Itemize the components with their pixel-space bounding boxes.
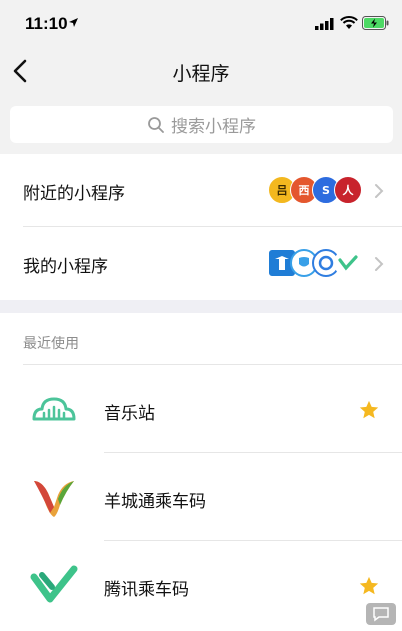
app-logo-icon	[299, 257, 309, 267]
app-logo-icon	[275, 256, 289, 270]
battery-icon	[362, 16, 389, 30]
my-program-app-icon	[334, 249, 362, 277]
my-mini-programs-label: 我的小程序	[23, 257, 108, 277]
status-time: 11:10	[25, 14, 68, 33]
status-bar: 11:10	[0, 0, 402, 48]
nearby-label: 附近的小程序	[23, 184, 125, 204]
nearby-avatar: 人	[334, 176, 362, 204]
chevron-right-icon	[375, 257, 384, 271]
signal-icon	[315, 18, 334, 30]
app-logo-icon	[318, 255, 334, 271]
my-program-icons	[268, 249, 362, 279]
location-arrow-icon	[69, 18, 78, 27]
search-placeholder: 搜索小程序	[171, 117, 256, 137]
section-title: 最近使用	[23, 336, 79, 352]
mini-program-menu: 附近的小程序 吕 西 S 人 我的小程序	[0, 154, 402, 300]
search-icon	[148, 116, 164, 133]
star-icon[interactable]	[358, 575, 380, 597]
tencent-transit-code-icon	[30, 565, 78, 603]
search-input[interactable]: 搜索小程序	[10, 106, 393, 143]
nav-bar: 小程序	[0, 48, 402, 96]
yangchengtong-icon	[34, 481, 74, 517]
tencent-transit-icon	[338, 255, 358, 271]
app-name: 羊城通乘车码	[104, 492, 206, 512]
nearby-mini-programs-row[interactable]: 附近的小程序 吕 西 S 人	[0, 154, 402, 227]
recent-app-row[interactable]: 音乐站	[0, 365, 402, 453]
nearby-avatars: 吕 西 S 人	[268, 176, 362, 206]
app-name: 音乐站	[104, 404, 155, 424]
page-title: 小程序	[172, 63, 230, 85]
recent-app-row[interactable]: 羊城通乘车码	[0, 453, 402, 541]
recent-section: 最近使用 音乐站 羊城通乘车码 腾讯乘车码	[0, 313, 402, 631]
wifi-icon	[340, 16, 358, 29]
my-mini-programs-row[interactable]: 我的小程序	[0, 227, 402, 300]
music-station-icon	[32, 397, 76, 421]
chevron-right-icon	[375, 184, 384, 198]
chat-bubble-icon	[373, 607, 389, 622]
search-area: 搜索小程序	[0, 96, 402, 154]
star-icon[interactable]	[358, 399, 380, 421]
app-name: 腾讯乘车码	[104, 580, 189, 600]
watermark-logo	[366, 603, 396, 625]
recent-app-row[interactable]: 腾讯乘车码	[0, 541, 402, 629]
